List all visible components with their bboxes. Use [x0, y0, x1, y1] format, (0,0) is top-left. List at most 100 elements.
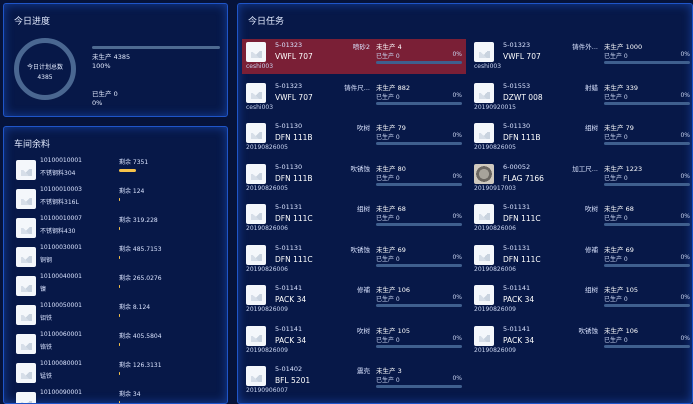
task-model: BFL 5201 — [275, 376, 311, 385]
material-item[interactable]: 10100010003 不锈钢料316L 剩余 124 — [16, 186, 221, 212]
task-code: 5-01141 — [275, 284, 303, 292]
task-progress-bar — [376, 182, 462, 186]
material-name: 不锈钢料304 — [40, 170, 76, 177]
task-percent: 0% — [680, 334, 690, 342]
material-remaining: 剩余 485.7153 — [119, 246, 162, 253]
material-item[interactable]: 10100050001 钼铁 剩余 8.124 — [16, 302, 221, 328]
task-card[interactable]: 5-01553 DZWT 008 20190920015 射蜡 未生产 339 已生产 0… — [470, 80, 692, 115]
task-percent: 0% — [452, 334, 462, 342]
material-name: 钼铁 — [40, 315, 53, 322]
material-code: 10100060001 — [40, 331, 82, 338]
material-remaining: 剩余 405.5804 — [119, 333, 162, 340]
unproduced-percent: 100% — [92, 62, 111, 70]
task-card[interactable]: 5-01323 VWFL 707 ceshi003 铸件尺... 未生产 882 已生产 … — [242, 80, 466, 115]
task-process: 吹树 — [585, 205, 598, 213]
task-batch: 20190826009 — [246, 346, 288, 354]
task-batch: ceshi003 — [246, 63, 274, 70]
material-code: 10100090001 — [40, 389, 82, 396]
material-code: 10100050001 — [40, 302, 82, 309]
task-unproduced: 未生产 68 — [376, 205, 406, 213]
material-remaining: 剩余 124 — [119, 188, 145, 195]
task-code: 5-01130 — [275, 162, 303, 171]
task-image — [474, 42, 494, 62]
task-code: 5-01131 — [503, 243, 531, 252]
task-code: 5-01141 — [275, 324, 303, 333]
task-process: 组树 — [585, 124, 598, 132]
task-unproduced: 未生产 882 — [376, 83, 410, 92]
task-batch: 20190826006 — [474, 265, 516, 273]
task-batch: 20190826009 — [246, 306, 288, 313]
task-card[interactable]: 6-00052 FLAG 7166 20190917003 加工尺... 未生产 122… — [470, 161, 692, 196]
task-unproduced: 未生产 3 — [376, 367, 402, 375]
material-level-bar — [119, 285, 120, 288]
task-model: DFN 111B — [503, 133, 541, 142]
task-card[interactable]: 5-01323 VWFL 707 ceshi003 喷砂2 未生产 4 已生产 0 0% — [242, 39, 466, 74]
material-level-bar — [119, 227, 120, 230]
task-image — [474, 123, 494, 143]
task-code: 5-01131 — [275, 203, 303, 211]
task-card[interactable]: 5-01141 PACK 34 20190826009 吹树 未生产 105 已生产 0 0… — [242, 323, 466, 358]
material-code: 10100080001 — [40, 360, 82, 367]
task-image — [246, 42, 266, 62]
task-unproduced: 未生产 1223 — [604, 164, 643, 173]
task-card[interactable]: 5-01402 BFL 5201 20190906007 震壳 未生产 3 已生产 0 0% — [242, 363, 466, 398]
task-card[interactable]: 5-01130 DFN 111B 20190826005 吹树 未生产 79 已生产 0 0… — [242, 120, 466, 155]
material-code: 10100010007 — [40, 215, 82, 222]
material-item[interactable]: 10100010001 不锈钢料304 剩余 7351 — [16, 157, 221, 183]
task-card[interactable]: 5-01141 PACK 34 20190826009 吹锈蚀 未生产 106 已生产 0… — [470, 323, 692, 358]
task-process: 加工尺... — [572, 164, 598, 173]
material-level-bar — [119, 372, 120, 375]
produced-percent: 0% — [92, 99, 103, 107]
task-model: DFN 111C — [503, 254, 541, 264]
task-card[interactable]: 5-01130 DFN 111B 20190826005 吹锈蚀 未生产 80 已生产 0… — [242, 161, 466, 196]
material-item[interactable]: 10100010007 不锈钢料430 剩余 319.228 — [16, 215, 221, 241]
task-percent: 0% — [452, 172, 462, 180]
task-progress-bar — [376, 101, 462, 105]
material-item[interactable]: 10100040001 镍 剩余 265.0276 — [16, 273, 221, 299]
task-progress-bar — [604, 304, 690, 307]
task-card[interactable]: 5-01323 VWFL 707 ceshi003 铸件外... 未生产 1000 已生产… — [470, 39, 692, 74]
task-produced: 已生产 0 — [376, 134, 400, 141]
material-image — [16, 247, 36, 267]
today-progress-panel: 今日进度 今日计划总数 4385 未生产 4385 100% 已生产 0 0% — [3, 3, 228, 117]
material-code: 10100010003 — [40, 186, 82, 193]
task-batch: 20190826005 — [246, 184, 288, 192]
task-unproduced: 未生产 339 — [604, 83, 638, 92]
task-code: 5-01130 — [503, 122, 531, 130]
task-progress-bar — [376, 61, 462, 64]
task-produced: 已生产 0 — [604, 336, 628, 344]
task-model: VWFL 707 — [503, 52, 541, 61]
task-card[interactable]: 5-01141 PACK 34 20190826009 修補 未生产 106 已生产 0 0… — [242, 282, 466, 317]
task-model: DFN 111C — [275, 214, 313, 223]
material-code: 10100010001 — [40, 157, 82, 164]
material-name: 铜钢 — [40, 257, 53, 264]
task-image — [474, 82, 494, 103]
produced-count: 已生产 0 — [92, 90, 118, 98]
material-item[interactable]: 10100060001 铬铁 剩余 405.5804 — [16, 331, 221, 357]
task-percent: 0% — [452, 375, 462, 382]
task-model: DFN 111B — [275, 133, 313, 142]
material-level-bar — [119, 169, 136, 172]
task-code: 5-01130 — [275, 122, 303, 130]
task-card[interactable]: 5-01130 DFN 111B 20190826005 组树 未生产 79 已生产 0 0… — [470, 120, 692, 155]
task-image — [474, 163, 494, 184]
material-item[interactable]: 10100090001 剩余 34 — [16, 389, 221, 403]
task-card[interactable]: 5-01131 DFN 111C 20190826006 修補 未生产 69 已生产 0 0… — [470, 242, 692, 277]
task-card[interactable]: 5-01131 DFN 111C 20190826006 吹树 未生产 68 已生产 0 0… — [470, 201, 692, 236]
task-card[interactable]: 5-01131 DFN 111C 20190826006 吹锈蚀 未生产 69 已生产 0… — [242, 242, 466, 277]
material-item[interactable]: 10100080001 锰铁 剩余 126.3131 — [16, 360, 221, 386]
task-produced: 已生产 0 — [604, 53, 628, 60]
task-progress-bar — [604, 61, 690, 64]
material-image — [16, 305, 36, 325]
task-batch: 20190826005 — [246, 144, 288, 151]
task-batch: 20190906007 — [246, 387, 288, 394]
material-remaining: 剩余 265.0276 — [119, 275, 162, 282]
material-item[interactable]: 10100030001 铜钢 剩余 485.7153 — [16, 244, 221, 270]
task-code: 6-00052 — [503, 162, 531, 171]
task-produced: 已生产 0 — [604, 255, 628, 263]
task-card[interactable]: 5-01141 PACK 34 20190826009 组树 未生产 105 已生产 0 0… — [470, 282, 692, 317]
task-card[interactable]: 5-01131 DFN 111C 20190826006 组树 未生产 68 已生产 0 0… — [242, 201, 466, 236]
ring-value: 4385 — [37, 74, 53, 81]
task-code: 5-01141 — [503, 284, 531, 292]
material-level-bar — [119, 256, 120, 259]
